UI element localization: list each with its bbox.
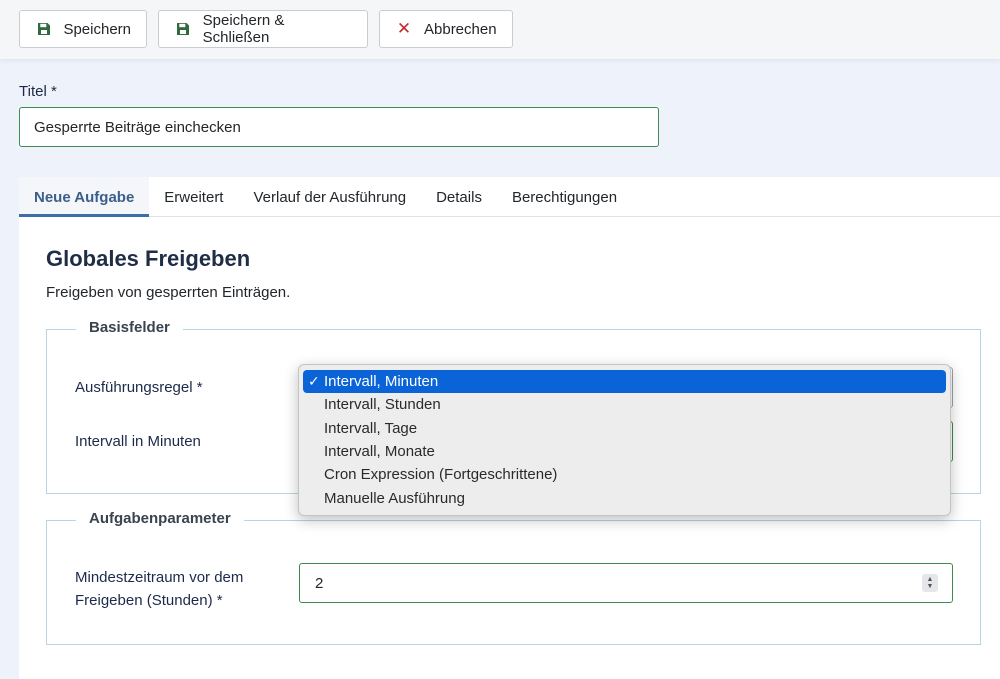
- task-parameters-legend: Aufgabenparameter: [76, 510, 244, 527]
- chevron-up-icon: ▲: [926, 576, 934, 583]
- min-period-value: 2: [315, 574, 324, 592]
- option-label: Intervall, Stunden: [324, 396, 441, 414]
- interval-minutes-label: Intervall in Minuten: [75, 433, 201, 450]
- option-cron-expression[interactable]: Cron Expression (Fortgeschrittene): [303, 463, 946, 486]
- cancel-button[interactable]: ✕ Abbrechen: [379, 10, 513, 48]
- tab-execution-history[interactable]: Verlauf der Ausführung: [238, 177, 421, 217]
- close-icon: ✕: [396, 19, 412, 38]
- title-label: Titel *: [19, 83, 57, 100]
- execution-rule-label: Ausführungsregel *: [75, 379, 203, 396]
- min-period-input[interactable]: 2 ▲ ▼: [299, 563, 953, 603]
- min-period-label: Mindestzeitraum vor dem Freigeben (Stund…: [75, 566, 243, 612]
- min-period-label-line2: Freigeben (Stunden) *: [75, 592, 223, 609]
- tab-bar: Neue Aufgabe Erweitert Verlauf der Ausfü…: [19, 177, 1000, 217]
- option-interval-hours[interactable]: Intervall, Stunden: [303, 393, 946, 416]
- min-period-label-line1: Mindestzeitraum vor dem: [75, 569, 244, 586]
- option-manual-execution[interactable]: Manuelle Ausführung: [303, 486, 946, 509]
- floppy-disk-icon: [36, 22, 51, 36]
- toolbar: Speichern Speichern & Schließen ✕ Abbrec…: [0, 0, 1000, 60]
- task-parameters-fieldset: Aufgabenparameter Mindestzeitraum vor de…: [46, 510, 981, 645]
- option-interval-months[interactable]: Intervall, Monate: [303, 440, 946, 463]
- save-and-close-label: Speichern & Schließen: [202, 12, 285, 46]
- save-label: Speichern: [63, 20, 131, 38]
- save-button[interactable]: Speichern: [19, 10, 147, 48]
- save-and-close-button[interactable]: Speichern & Schließen: [158, 10, 368, 48]
- task-description: Freigeben von gesperrten Einträgen.: [46, 284, 291, 301]
- tab-new-task[interactable]: Neue Aufgabe: [19, 177, 150, 217]
- chevron-down-icon: ▼: [926, 583, 934, 590]
- execution-rule-dropdown: ✓ Intervall, Minuten Intervall, Stunden …: [298, 364, 951, 516]
- option-label: Intervall, Minuten: [324, 373, 439, 391]
- option-interval-minutes[interactable]: ✓ Intervall, Minuten: [303, 370, 946, 394]
- tab-advanced[interactable]: Erweitert: [149, 177, 238, 217]
- number-stepper-icon[interactable]: ▲ ▼: [922, 574, 938, 592]
- title-input-value: Gesperrte Beiträge einchecken: [34, 118, 241, 136]
- tab-permissions[interactable]: Berechtigungen: [497, 177, 632, 217]
- task-heading: Globales Freigeben: [46, 246, 251, 271]
- option-interval-days[interactable]: Intervall, Tage: [303, 417, 946, 440]
- option-label: Manuelle Ausführung: [324, 489, 465, 507]
- cancel-label: Abbrechen: [424, 20, 497, 38]
- option-label: Intervall, Tage: [324, 419, 418, 437]
- tab-details[interactable]: Details: [421, 177, 497, 217]
- floppy-disk-icon: [175, 22, 191, 36]
- checkmark-icon: ✓: [308, 373, 320, 390]
- basic-fields-legend: Basisfelder: [76, 319, 183, 336]
- option-label: Cron Expression (Fortgeschrittene): [324, 466, 558, 484]
- title-input[interactable]: Gesperrte Beiträge einchecken: [19, 107, 659, 147]
- option-label: Intervall, Monate: [324, 443, 435, 461]
